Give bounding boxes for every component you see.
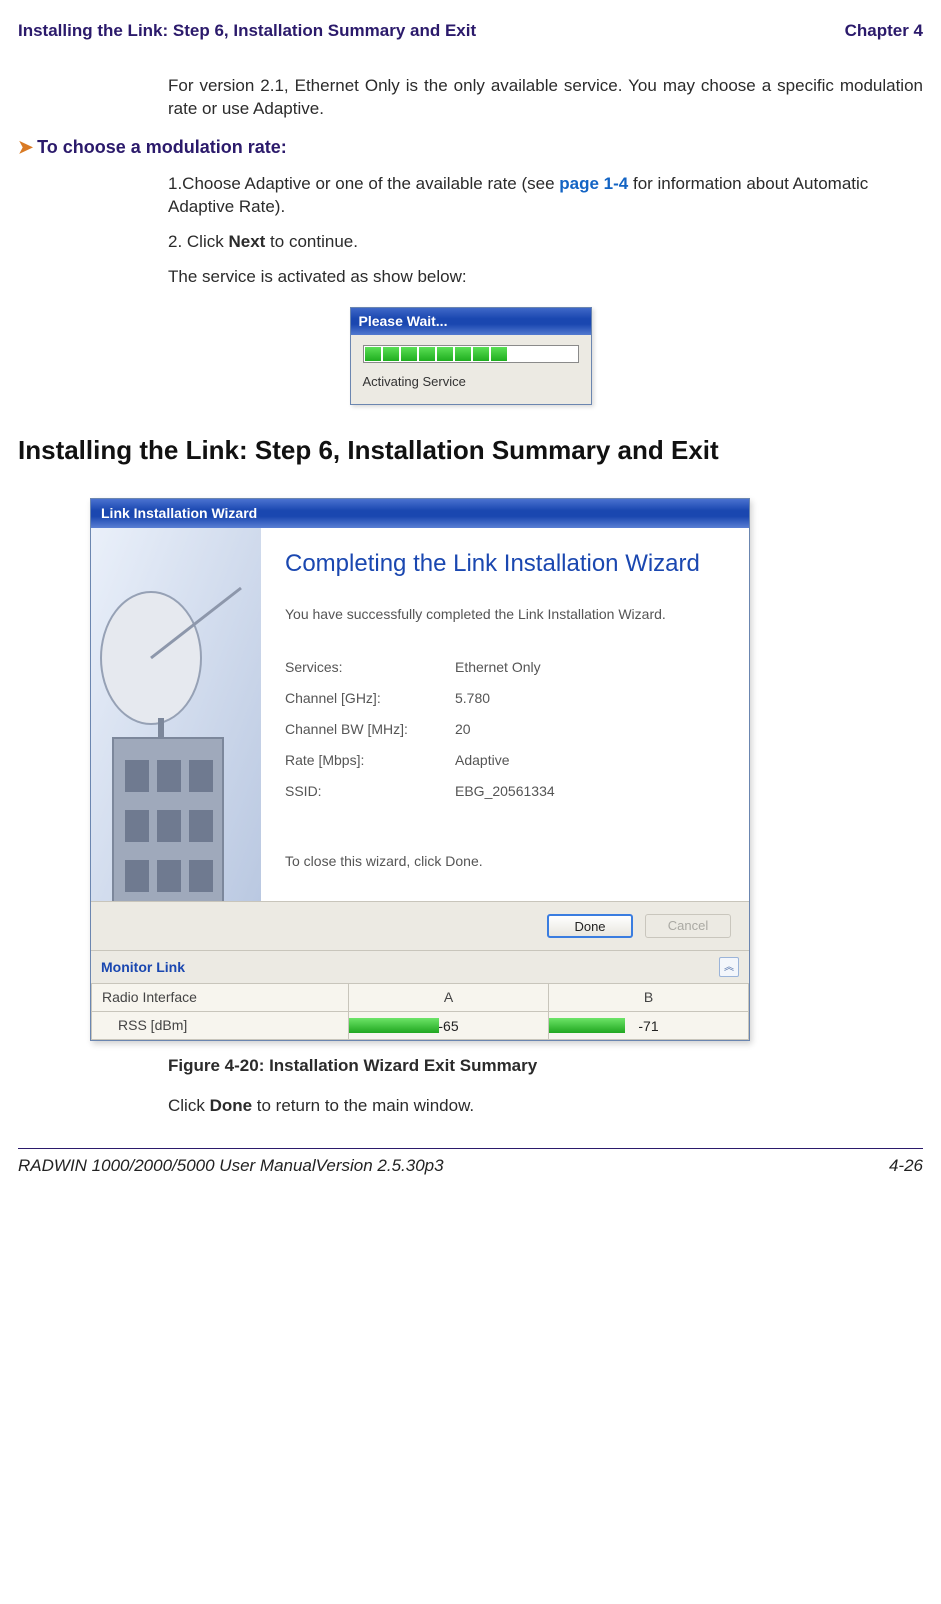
row-channel: Channel [GHz]:5.780 <box>285 683 725 714</box>
monitor-link-title: Monitor Link <box>101 958 185 977</box>
row-rss-label: RSS [dBm] <box>92 1012 349 1040</box>
figure-caption: Figure 4-20: Installation Wizard Exit Su… <box>168 1055 923 1078</box>
intro-paragraph: For version 2.1, Ethernet Only is the on… <box>168 75 923 121</box>
monitor-link-table: Radio Interface A B RSS [dBm] -65 -71 <box>91 983 749 1040</box>
progress-bar <box>363 345 579 363</box>
col-b: B <box>549 984 749 1012</box>
please-wait-message: Activating Service <box>363 373 579 391</box>
step-1: 1.Choose Adaptive or one of the availabl… <box>168 173 923 219</box>
wizard-titlebar: Link Installation Wizard <box>91 499 749 528</box>
rss-b-cell: -71 <box>549 1012 749 1040</box>
cancel-button: Cancel <box>645 914 731 938</box>
wizard-heading: Completing the Link Installation Wizard <box>285 550 725 579</box>
rss-a-cell: -65 <box>349 1012 549 1040</box>
wizard-close-message: To close this wizard, click Done. <box>285 852 725 871</box>
section-heading: Installing the Link: Step 6, Installatio… <box>18 433 923 468</box>
after-figure-paragraph: Click Done to return to the main window. <box>168 1095 923 1118</box>
footer-rule <box>18 1148 923 1149</box>
header-section-title: Installing the Link: Step 6, Installatio… <box>18 20 476 43</box>
header-chapter: Chapter 4 <box>845 20 923 43</box>
collapse-icon[interactable]: ︽ <box>719 957 739 977</box>
wizard-side-image <box>91 528 261 901</box>
please-wait-titlebar: Please Wait... <box>351 308 591 335</box>
footer-left: RADWIN 1000/2000/5000 User ManualVersion… <box>18 1155 444 1178</box>
wizard-success-message: You have successfully completed the Link… <box>285 605 725 624</box>
please-wait-dialog: Please Wait... Activating Service <box>350 307 592 405</box>
col-radio-interface: Radio Interface <box>92 984 349 1012</box>
row-rate: Rate [Mbps]:Adaptive <box>285 745 725 776</box>
row-ssid: SSID:EBG_20561334 <box>285 776 725 807</box>
row-services: Services:Ethernet Only <box>285 652 725 683</box>
step-2: 2. Click Next to continue. The service i… <box>168 231 923 289</box>
procedure-heading: ➤To choose a modulation rate: <box>18 135 923 159</box>
page-1-4-link[interactable]: page 1-4 <box>559 174 628 193</box>
done-button[interactable]: Done <box>547 914 633 938</box>
arrow-icon: ➤ <box>18 137 33 157</box>
col-a: A <box>349 984 549 1012</box>
row-channel-bw: Channel BW [MHz]:20 <box>285 714 725 745</box>
link-install-wizard: Link Installation Wizard <box>90 498 750 1041</box>
footer-right: 4-26 <box>889 1155 923 1178</box>
wizard-summary-table: Services:Ethernet Only Channel [GHz]:5.7… <box>285 652 725 806</box>
